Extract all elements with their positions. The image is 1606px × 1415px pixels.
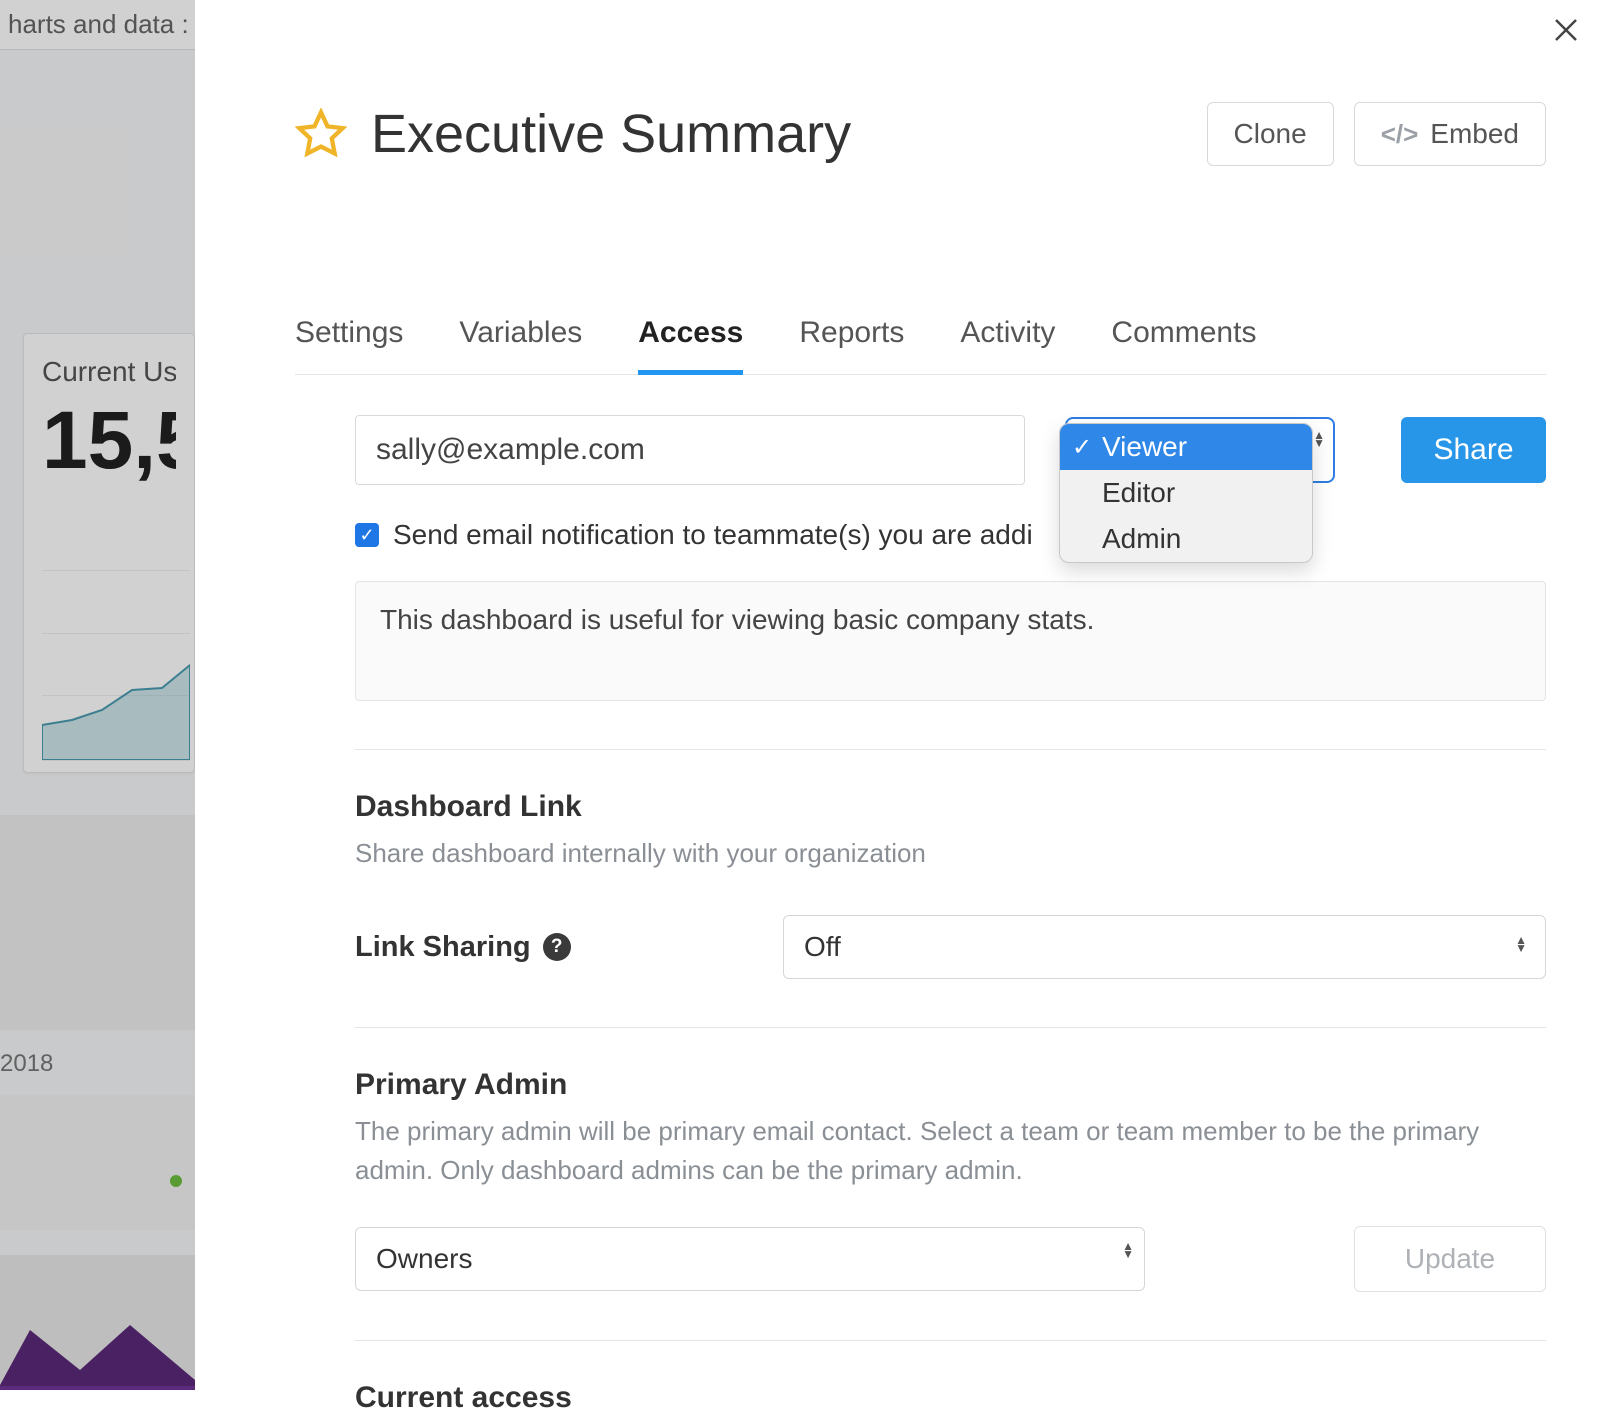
share-button[interactable]: Share <box>1401 417 1546 483</box>
primary-admin-value: Owners <box>376 1243 472 1275</box>
access-section: ▲▼ Viewer Editor Admin Share ✓ Send emai… <box>295 375 1546 1415</box>
email-input[interactable] <box>355 415 1025 485</box>
clone-button[interactable]: Clone <box>1207 102 1334 166</box>
settings-modal: Executive Summary Clone </> Embed Settin… <box>195 0 1606 1386</box>
notify-checkbox[interactable]: ✓ <box>355 523 379 547</box>
dashboard-link-heading: Dashboard Link <box>355 790 1546 824</box>
close-icon <box>1551 15 1581 45</box>
link-sharing-value: Off <box>804 931 841 963</box>
code-icon: </> <box>1381 119 1419 150</box>
current-access-heading: Current access <box>355 1381 1546 1415</box>
note-value: This dashboard is useful for viewing bas… <box>380 604 1094 635</box>
primary-admin-sub: The primary admin will be primary email … <box>355 1112 1505 1190</box>
chevron-updown-icon: ▲▼ <box>1313 431 1325 447</box>
role-option-editor[interactable]: Editor <box>1060 470 1312 516</box>
divider <box>355 749 1546 750</box>
tab-reports[interactable]: Reports <box>799 316 904 374</box>
clone-label: Clone <box>1234 118 1307 150</box>
tab-bar: Settings Variables Access Reports Activi… <box>295 316 1546 375</box>
chevron-updown-icon: ▲▼ <box>1122 1242 1134 1258</box>
chevron-updown-icon: ▲▼ <box>1515 936 1527 952</box>
modal-header: Executive Summary Clone </> Embed <box>295 102 1546 166</box>
primary-admin-select[interactable]: Owners ▲▼ <box>355 1227 1145 1291</box>
help-icon[interactable]: ? <box>543 933 571 961</box>
link-sharing-label: Link Sharing <box>355 931 531 964</box>
update-button[interactable]: Update <box>1354 1226 1546 1292</box>
tab-activity[interactable]: Activity <box>960 316 1055 374</box>
tab-access[interactable]: Access <box>638 316 743 375</box>
role-option-admin[interactable]: Admin <box>1060 516 1312 562</box>
divider <box>355 1340 1546 1341</box>
role-option-viewer[interactable]: Viewer <box>1060 424 1312 470</box>
tab-variables[interactable]: Variables <box>459 316 582 374</box>
link-sharing-select[interactable]: Off ▲▼ <box>783 915 1546 979</box>
dashboard-link-sub: Share dashboard internally with your org… <box>355 834 1505 873</box>
modal-scrim <box>0 0 195 1386</box>
role-dropdown-menu: Viewer Editor Admin <box>1059 423 1313 563</box>
note-textarea[interactable]: This dashboard is useful for viewing bas… <box>355 581 1546 701</box>
tab-settings[interactable]: Settings <box>295 316 403 374</box>
divider <box>355 1027 1546 1028</box>
embed-label: Embed <box>1430 118 1519 150</box>
primary-admin-heading: Primary Admin <box>355 1068 1546 1102</box>
check-icon: ✓ <box>359 525 374 546</box>
embed-button[interactable]: </> Embed <box>1354 102 1546 166</box>
tab-comments[interactable]: Comments <box>1111 316 1256 374</box>
modal-title: Executive Summary <box>371 103 1187 165</box>
close-button[interactable] <box>1544 8 1588 52</box>
notify-label: Send email notification to teammate(s) y… <box>393 519 1033 551</box>
star-icon[interactable] <box>295 108 347 160</box>
